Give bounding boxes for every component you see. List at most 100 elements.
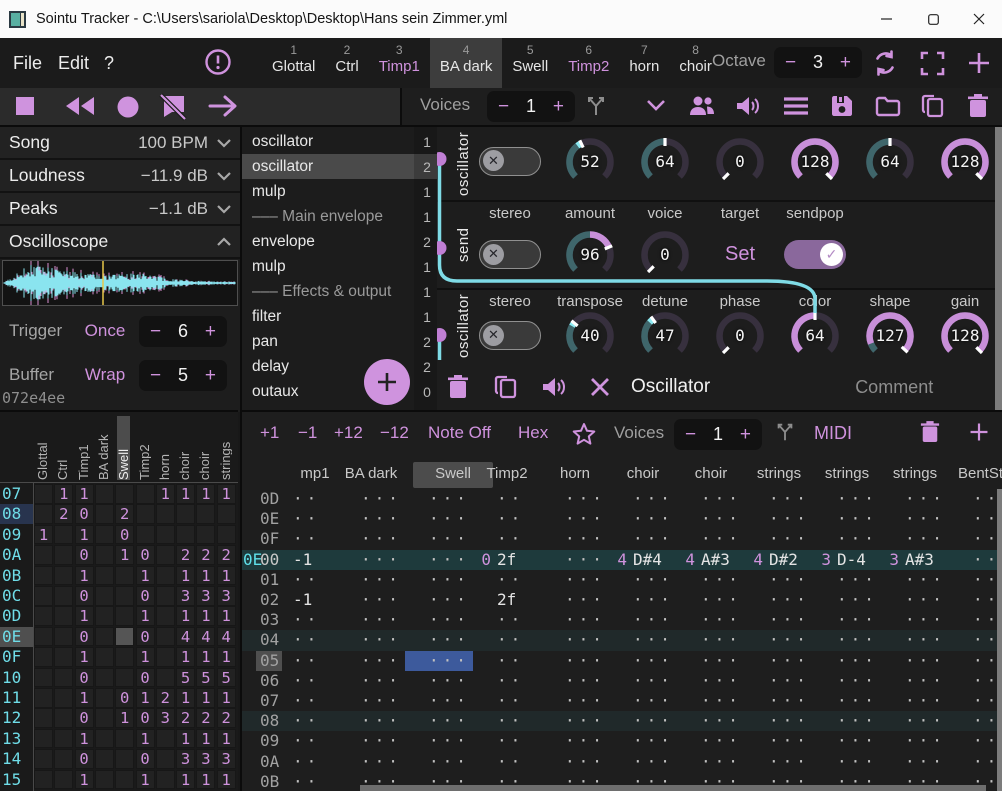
- knob-transpose[interactable]: 52: [563, 135, 617, 189]
- note-empty-cell[interactable]: ··: [293, 711, 320, 731]
- order-cell[interactable]: [196, 525, 215, 545]
- note-empty-cell[interactable]: ···: [429, 550, 470, 570]
- note-empty-cell[interactable]: ···: [633, 691, 674, 711]
- users-icon[interactable]: [688, 94, 716, 118]
- note-empty-cell[interactable]: ···: [769, 570, 810, 590]
- note-empty-cell[interactable]: ···: [429, 630, 470, 650]
- order-cell[interactable]: 2: [196, 708, 215, 728]
- note-empty-cell[interactable]: ···: [769, 752, 810, 772]
- rewind-button[interactable]: [64, 95, 96, 117]
- order-cell[interactable]: 1: [196, 566, 215, 586]
- knob-shape[interactable]: 64: [863, 135, 917, 189]
- note-empty-cell[interactable]: ···: [905, 752, 946, 772]
- note-empty-cell[interactable]: ···: [701, 630, 742, 650]
- note-track-header-bentstr[interactable]: BentStr: [949, 462, 1002, 488]
- order-col-header-horn[interactable]: horn: [158, 416, 171, 480]
- order-cell[interactable]: [95, 749, 114, 769]
- note-empty-cell[interactable]: ···: [769, 590, 810, 610]
- order-col-header-strings[interactable]: strings: [219, 416, 232, 480]
- order-cell[interactable]: [34, 504, 53, 524]
- note-empty-cell[interactable]: ···: [837, 570, 878, 590]
- note-empty-cell[interactable]: ···: [361, 752, 402, 772]
- order-cell[interactable]: 0: [75, 668, 94, 688]
- order-cell[interactable]: 1: [176, 688, 195, 708]
- unit-item-filter[interactable]: filter 1: [242, 304, 439, 329]
- note-empty-cell[interactable]: ··: [497, 731, 524, 751]
- knob-gain[interactable]: 128: [938, 135, 992, 189]
- note-empty-cell[interactable]: ···: [429, 570, 470, 590]
- target-set-button[interactable]: Set: [702, 243, 778, 266]
- track-tab-swell[interactable]: 5 Swell: [502, 38, 558, 88]
- order-cell[interactable]: [54, 606, 73, 626]
- close-button[interactable]: [956, 0, 1002, 38]
- play-button[interactable]: [208, 94, 238, 118]
- note-empty-cell[interactable]: ···: [905, 630, 946, 650]
- track-tab-timp1[interactable]: 3 Timp1: [369, 38, 430, 88]
- knob-detune[interactable]: 47: [638, 309, 692, 363]
- order-cell[interactable]: [34, 647, 53, 667]
- order-cell[interactable]: [95, 708, 114, 728]
- note-empty-cell[interactable]: ···: [973, 691, 997, 711]
- order-cell[interactable]: 1: [196, 770, 215, 790]
- note-empty-cell[interactable]: ···: [769, 651, 810, 671]
- midi-button[interactable]: MIDI: [814, 423, 852, 444]
- note-track-header-strings[interactable]: strings: [745, 462, 813, 488]
- order-cell[interactable]: [54, 729, 73, 749]
- note-empty-cell[interactable]: ···: [837, 691, 878, 711]
- order-cell[interactable]: 1: [217, 688, 236, 708]
- order-col-header-timp2[interactable]: Timp2: [138, 416, 151, 480]
- order-cell[interactable]: [136, 504, 155, 524]
- note-empty-cell[interactable]: ···: [361, 630, 402, 650]
- note-track-header-choir[interactable]: choir: [609, 462, 677, 488]
- note-empty-cell[interactable]: ··: [293, 630, 320, 650]
- track-tab-glottal[interactable]: 1 Glottal: [262, 38, 325, 88]
- toggle-stereo[interactable]: ✕: [479, 321, 541, 350]
- order-cell[interactable]: [34, 627, 53, 647]
- order-cell[interactable]: [95, 586, 114, 606]
- note-empty-cell[interactable]: ···: [905, 651, 946, 671]
- order-cell[interactable]: 2: [196, 545, 215, 565]
- unit-comment-input[interactable]: Comment: [855, 377, 933, 398]
- note-empty-cell[interactable]: ···: [429, 610, 470, 630]
- order-cell[interactable]: [95, 627, 114, 647]
- voices-plus-button[interactable]: +: [553, 97, 564, 116]
- order-cell[interactable]: 1: [136, 647, 155, 667]
- note-empty-cell[interactable]: ···: [973, 711, 997, 731]
- note-empty-cell[interactable]: ··: [293, 651, 320, 671]
- order-cell[interactable]: 1: [196, 647, 215, 667]
- note-empty-cell[interactable]: ···: [837, 752, 878, 772]
- octave-plus-button[interactable]: +: [840, 53, 851, 72]
- note-voices-plus-button[interactable]: +: [740, 425, 751, 444]
- order-cell[interactable]: 0: [75, 586, 94, 606]
- note-value[interactable]: 2f: [497, 550, 516, 570]
- note-voices-minus-button[interactable]: −: [685, 425, 696, 444]
- octave-minus-button[interactable]: −: [785, 53, 796, 72]
- order-cell[interactable]: [95, 525, 114, 545]
- order-cell[interactable]: 3: [176, 749, 195, 769]
- unit-item-pan[interactable]: pan 2: [242, 329, 439, 354]
- note-empty-cell[interactable]: ··: [293, 752, 320, 772]
- note-empty-cell[interactable]: ···: [973, 731, 997, 751]
- order-cell[interactable]: 1: [75, 770, 94, 790]
- order-cell[interactable]: [95, 504, 114, 524]
- order-cell[interactable]: 3: [217, 749, 236, 769]
- note-empty-cell[interactable]: ···: [633, 509, 674, 529]
- note-empty-cell[interactable]: ···: [633, 610, 674, 630]
- note-empty-cell[interactable]: ···: [565, 489, 606, 509]
- order-cell[interactable]: [54, 586, 73, 606]
- order-cell[interactable]: 1: [176, 484, 195, 504]
- knob-amount[interactable]: 96: [563, 228, 617, 282]
- order-cell[interactable]: [54, 545, 73, 565]
- order-cell[interactable]: 0: [136, 586, 155, 606]
- order-cell[interactable]: 4: [176, 627, 195, 647]
- order-cell[interactable]: 1: [176, 606, 195, 626]
- unit-item-envelope[interactable]: envelope 2: [242, 229, 439, 254]
- order-cell[interactable]: 1: [217, 566, 236, 586]
- note-empty-cell[interactable]: ···: [905, 590, 946, 610]
- note-empty-cell[interactable]: ···: [973, 570, 997, 590]
- note-empty-cell[interactable]: ···: [701, 711, 742, 731]
- order-cell[interactable]: 1: [115, 708, 134, 728]
- note-empty-cell[interactable]: ···: [361, 671, 402, 691]
- note-empty-cell[interactable]: ··: [497, 630, 524, 650]
- note-empty-cell[interactable]: ···: [905, 610, 946, 630]
